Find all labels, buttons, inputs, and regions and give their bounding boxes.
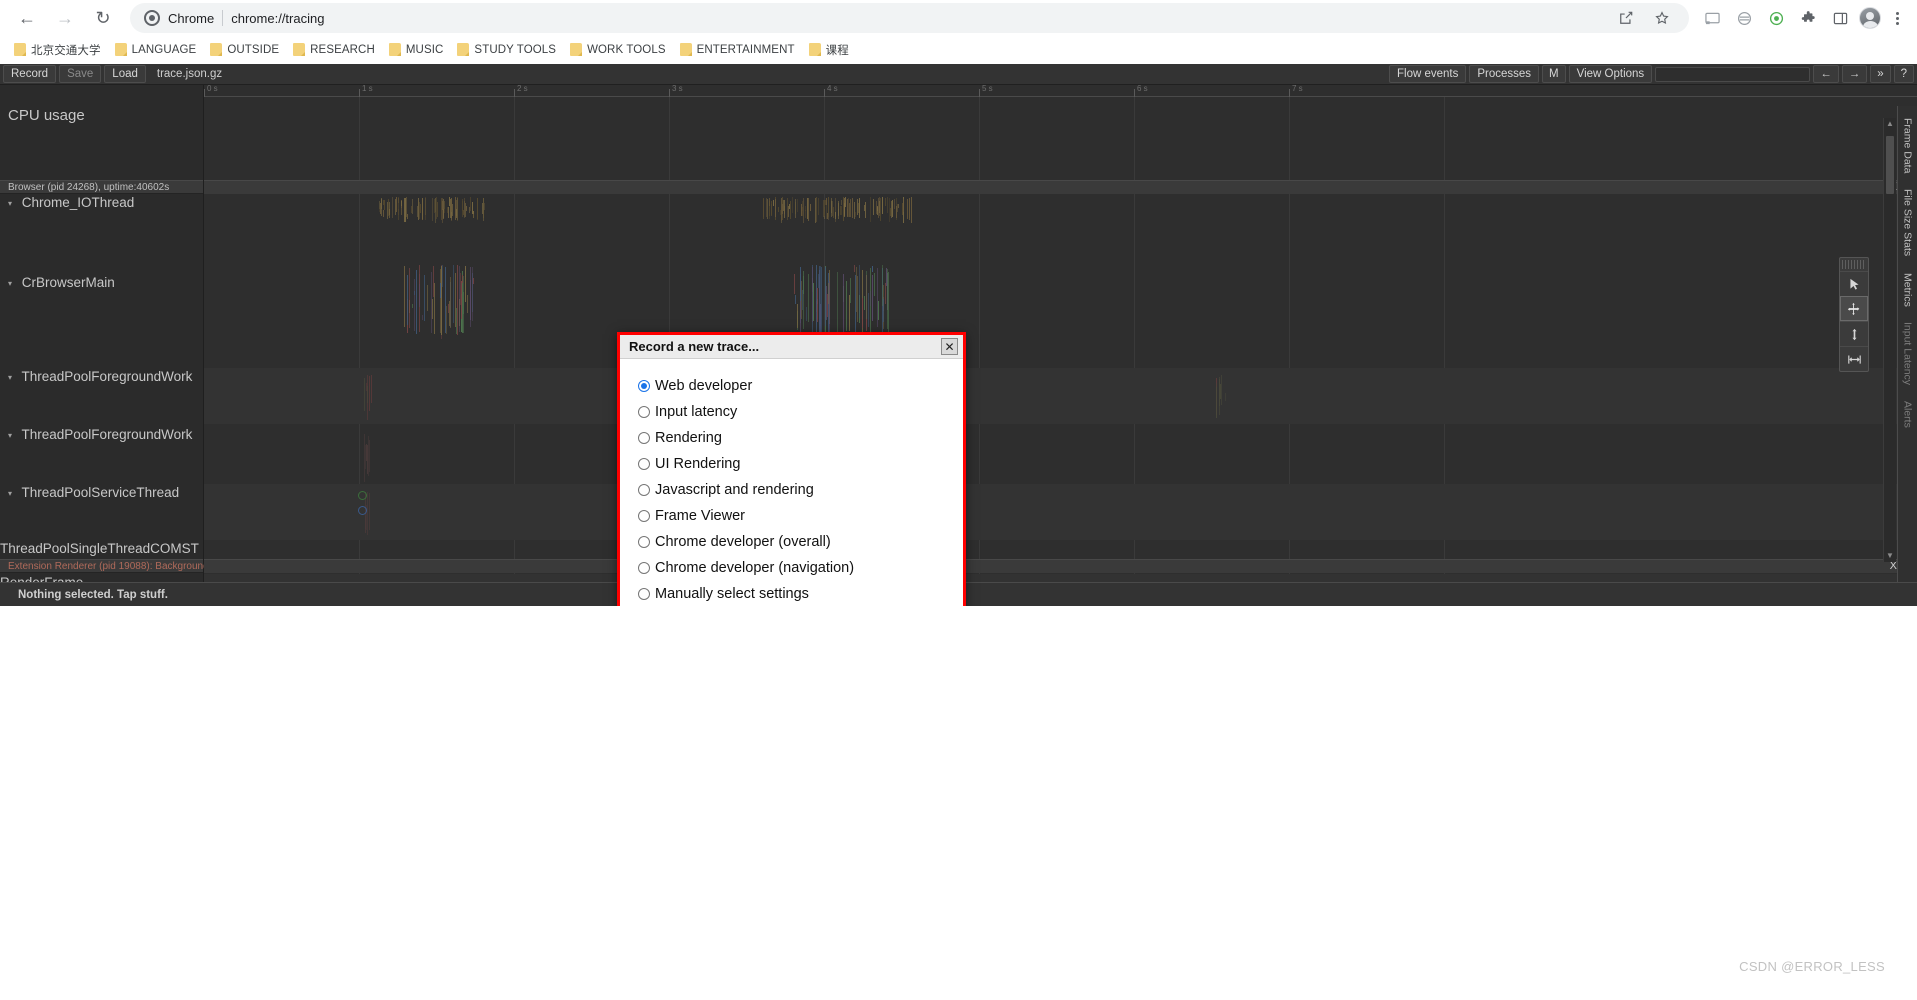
bookmark-item[interactable]: 北京交通大学: [8, 39, 107, 61]
bookmark-item[interactable]: WORK TOOLS: [564, 40, 672, 59]
bookmark-label: 北京交通大学: [31, 42, 101, 58]
option-chrome-developer-overall[interactable]: Chrome developer (overall): [620, 529, 963, 555]
radio-icon[interactable]: [638, 588, 650, 600]
option-frame-viewer[interactable]: Frame Viewer: [620, 503, 963, 529]
record-trace-dialog: Record a new trace... ✕ Web developer In…: [617, 332, 966, 606]
close-icon[interactable]: ✕: [941, 338, 958, 355]
side-panel-icon[interactable]: [1827, 5, 1853, 31]
dialog-title: Record a new trace...: [629, 339, 941, 354]
bookmark-label: 课程: [826, 42, 849, 58]
bookmark-item[interactable]: RESEARCH: [287, 40, 381, 59]
radio-icon[interactable]: [638, 562, 650, 574]
toolbar-icon-group: [1699, 5, 1907, 31]
browser-toolbar: ← → ↻ Chrome chrome://tracing: [0, 0, 1917, 36]
omnibox-url: chrome://tracing: [231, 11, 324, 26]
option-label: Chrome developer (overall): [655, 534, 831, 550]
bookmark-item[interactable]: LANGUAGE: [109, 40, 203, 59]
option-rendering[interactable]: Rendering: [620, 425, 963, 451]
share-icon[interactable]: [1613, 5, 1639, 31]
option-label: Javascript and rendering: [655, 482, 814, 498]
bookmark-label: ENTERTAINMENT: [697, 44, 795, 56]
radio-icon[interactable]: [638, 458, 650, 470]
cast-icon[interactable]: [1699, 5, 1725, 31]
profile-circle-icon[interactable]: [1763, 5, 1789, 31]
radio-icon[interactable]: [638, 432, 650, 444]
star-icon[interactable]: [1649, 5, 1675, 31]
folder-icon: [570, 43, 582, 56]
avatar[interactable]: [1859, 7, 1881, 29]
radio-icon[interactable]: [638, 510, 650, 522]
radio-icon[interactable]: [638, 536, 650, 548]
bookmark-item[interactable]: ENTERTAINMENT: [674, 40, 801, 59]
omnibox-divider: [222, 10, 223, 26]
bookmark-label: WORK TOOLS: [587, 44, 666, 56]
option-web-developer[interactable]: Web developer: [620, 373, 963, 399]
bookmark-item[interactable]: OUTSIDE: [204, 40, 285, 59]
option-label: Frame Viewer: [655, 508, 745, 524]
option-javascript-and-rendering[interactable]: Javascript and rendering: [620, 477, 963, 503]
dialog-body: Web developer Input latency Rendering UI…: [620, 359, 963, 606]
address-bar[interactable]: Chrome chrome://tracing: [130, 3, 1689, 33]
omnibox-chrome-label: Chrome: [168, 11, 214, 26]
bookmark-label: RESEARCH: [310, 44, 375, 56]
option-label: UI Rendering: [655, 456, 740, 472]
option-label: Input latency: [655, 404, 737, 420]
folder-icon: [457, 43, 469, 56]
dialog-overlay: Record a new trace... ✕ Web developer In…: [0, 64, 1917, 606]
option-label: Chrome developer (navigation): [655, 560, 854, 576]
extension-circle-icon[interactable]: [1731, 5, 1757, 31]
radio-icon[interactable]: [638, 380, 650, 392]
bookmark-label: STUDY TOOLS: [474, 44, 556, 56]
folder-icon: [293, 43, 305, 56]
bookmark-item[interactable]: MUSIC: [383, 40, 450, 59]
option-label: Manually select settings: [655, 586, 809, 602]
reload-button[interactable]: ↻: [86, 3, 120, 33]
chrome-menu-icon[interactable]: [1887, 12, 1907, 25]
folder-icon: [809, 43, 821, 56]
bookmark-item[interactable]: 课程: [803, 39, 855, 61]
bookmark-label: LANGUAGE: [132, 44, 197, 56]
page-background: CSDN @ERROR_LESS: [0, 606, 1917, 992]
option-chrome-developer-navigation[interactable]: Chrome developer (navigation): [620, 555, 963, 581]
folder-icon: [680, 43, 692, 56]
bookmark-label: OUTSIDE: [227, 44, 279, 56]
folder-icon: [210, 43, 222, 56]
bookmarks-bar: 北京交通大学 LANGUAGE OUTSIDE RESEARCH MUSIC S…: [0, 36, 1917, 64]
dialog-titlebar: Record a new trace... ✕: [620, 335, 963, 359]
option-label: Rendering: [655, 430, 722, 446]
radio-icon[interactable]: [638, 406, 650, 418]
option-label: Web developer: [655, 378, 752, 394]
option-ui-rendering[interactable]: UI Rendering: [620, 451, 963, 477]
forward-button[interactable]: →: [48, 3, 82, 33]
bookmark-label: MUSIC: [406, 44, 444, 56]
watermark: CSDN @ERROR_LESS: [1739, 959, 1885, 974]
bookmark-item[interactable]: STUDY TOOLS: [451, 40, 562, 59]
folder-icon: [14, 43, 26, 56]
option-input-latency[interactable]: Input latency: [620, 399, 963, 425]
folder-icon: [115, 43, 127, 56]
tracing-app: Record Save Load trace.json.gz Flow even…: [0, 64, 1917, 606]
puzzle-extensions-icon[interactable]: [1795, 5, 1821, 31]
option-manually-select-settings[interactable]: Manually select settings: [620, 581, 963, 606]
radio-icon[interactable]: [638, 484, 650, 496]
chrome-logo-icon: [144, 10, 160, 26]
folder-icon: [389, 43, 401, 56]
back-button[interactable]: ←: [10, 3, 44, 33]
